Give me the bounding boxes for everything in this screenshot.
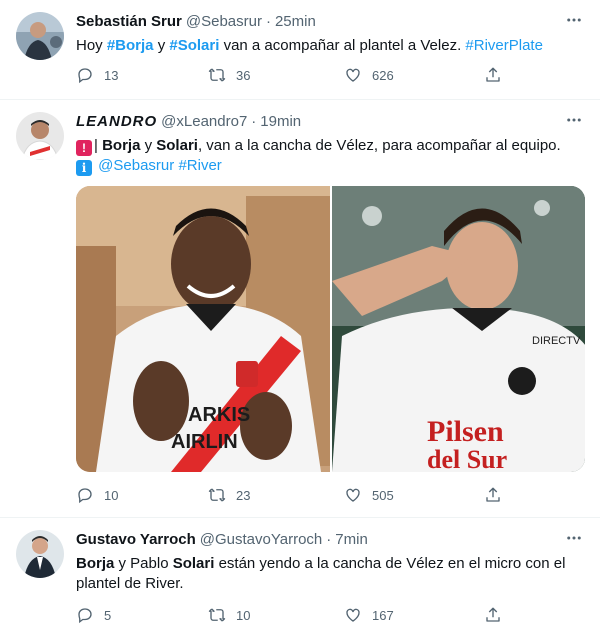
retweet-button[interactable]: 36 [208, 66, 250, 84]
retweet-count: 36 [236, 67, 251, 83]
tweet-text: ! | Borja y Solari, van a la cancha de Vé… [76, 136, 584, 176]
hashtag-link[interactable]: #Solari [169, 37, 219, 54]
tweet-text: Borja y Pablo Solari están yendo a la ca… [76, 554, 584, 594]
like-count: 505 [372, 487, 394, 503]
like-icon [346, 608, 360, 622]
bold-name: Solari [156, 137, 198, 154]
retweet-count: 10 [236, 607, 251, 623]
retweet-button[interactable]: 10 [208, 606, 250, 624]
display-name[interactable]: Sebastián Srur [76, 12, 182, 32]
retweet-icon [208, 68, 226, 82]
bold-name: Borja [102, 137, 141, 154]
reply-count: 10 [104, 487, 119, 503]
tweet[interactable]: Sebastián Srur @Sebasrur · 25min Hoy #Bo… [0, 0, 600, 100]
user-handle[interactable]: @Sebasrur [186, 12, 262, 32]
like-button[interactable]: 626 [344, 66, 394, 84]
tweet-actions: 10 23 505 [76, 486, 500, 506]
alarm-emoji: ! [76, 140, 92, 156]
text-segment: , van a la cancha de Vélez, para acompañ… [197, 137, 561, 154]
shirt-sponsor-text: Pilsen [427, 415, 504, 448]
bold-name: Solari [172, 555, 215, 572]
user-handle[interactable]: @GustavoYarroch [200, 530, 323, 550]
retweet-icon [208, 488, 226, 502]
like-button[interactable]: 505 [344, 486, 394, 504]
share-icon [486, 67, 500, 82]
timestamp[interactable]: 19min [260, 112, 301, 132]
media-image-left[interactable]: ARKIS AIRLIN [76, 186, 330, 472]
text-segment: Hoy [76, 37, 107, 54]
text-segment: | [94, 137, 103, 154]
display-name[interactable]: Gustavo Yarroch [76, 530, 196, 550]
tweet-text: Hoy #Borja y #Solari van a acompañar al … [76, 36, 584, 56]
tweet[interactable]: Gustavo Yarroch @GustavoYarroch · 7min B… [0, 518, 600, 634]
timestamp[interactable]: 25min [275, 12, 316, 32]
share-button[interactable] [484, 66, 502, 84]
tweet-actions: 5 10 167 [76, 606, 500, 626]
avatar[interactable] [16, 530, 64, 578]
reply-icon [78, 488, 92, 504]
info-emoji: i [76, 160, 92, 176]
retweet-button[interactable]: 23 [208, 486, 250, 504]
avatar[interactable] [16, 12, 64, 60]
bold-name: Borja [76, 555, 115, 572]
text-segment: y [153, 37, 170, 54]
text-segment: y [140, 137, 157, 154]
display-name[interactable]: LEANDRO [76, 112, 157, 132]
reply-button[interactable]: 13 [76, 66, 118, 84]
hashtag-link[interactable]: #RiverPlate [465, 37, 543, 54]
reply-icon [78, 68, 92, 84]
tweet-header: Sebastián Srur @Sebasrur · 25min [76, 12, 316, 32]
share-button[interactable] [484, 486, 502, 504]
tweet-actions: 13 36 626 [76, 66, 500, 86]
like-icon [346, 68, 360, 82]
shirt-sponsor-text: ARKIS [188, 404, 250, 426]
like-count: 626 [372, 67, 394, 83]
shirt-sponsor-text: AIRLIN [171, 431, 238, 453]
share-icon [486, 607, 500, 622]
reply-icon [78, 608, 92, 624]
more-icon[interactable] [564, 110, 584, 130]
media-image-right[interactable]: Pilsen del Sur DIRECTV [331, 186, 585, 472]
more-icon[interactable] [564, 528, 584, 548]
like-icon [346, 488, 360, 502]
retweet-count: 23 [236, 487, 251, 503]
like-button[interactable]: 167 [344, 606, 394, 624]
reply-count: 5 [104, 607, 112, 623]
user-handle[interactable]: @xLeandro7 [161, 112, 247, 132]
avatar[interactable] [16, 112, 64, 160]
like-count: 167 [372, 607, 394, 623]
shirt-sponsor-text: del Sur [427, 445, 507, 472]
tweet-header: Gustavo Yarroch @GustavoYarroch · 7min [76, 530, 368, 550]
reply-button[interactable]: 5 [76, 606, 111, 624]
separator-dot: · [326, 531, 332, 548]
separator-dot: · [265, 13, 271, 30]
text-segment: van a acompañar al plantel a Velez. [219, 37, 466, 54]
reply-count: 13 [104, 67, 119, 83]
more-icon[interactable] [564, 10, 584, 30]
mention-link[interactable]: @Sebasrur [98, 157, 174, 174]
separator-dot: · [251, 113, 257, 130]
text-segment: y Pablo [114, 555, 173, 572]
share-icon [486, 487, 500, 502]
hashtag-link[interactable]: #River [178, 157, 221, 174]
timestamp[interactable]: 7min [335, 530, 368, 550]
tweet-media[interactable]: ARKIS AIRLIN Pilsen del Sur DIRECTV [76, 186, 585, 472]
shirt-sponsor-text: DIRECTV [532, 335, 581, 347]
reply-button[interactable]: 10 [76, 486, 118, 504]
tweet[interactable]: LEANDRO @xLeandro7 · 19min ! | Borja y So… [0, 100, 600, 518]
tweet-header: LEANDRO @xLeandro7 · 19min [76, 112, 301, 132]
hashtag-link[interactable]: #Borja [107, 37, 154, 54]
share-button[interactable] [484, 606, 502, 624]
retweet-icon [208, 608, 226, 622]
